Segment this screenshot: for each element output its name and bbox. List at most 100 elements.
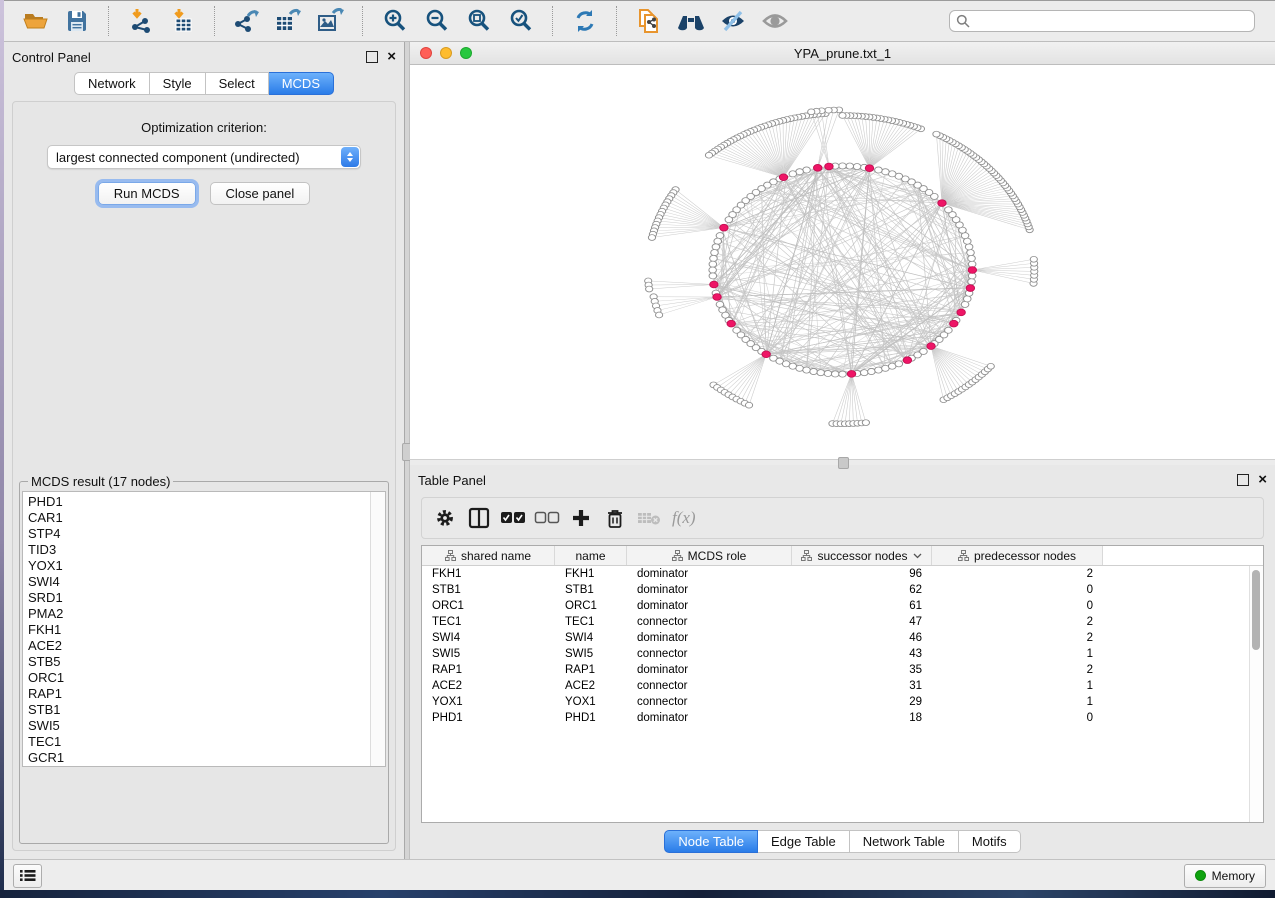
zoom-in-icon[interactable] xyxy=(378,5,412,37)
table-cell[interactable]: SWI4 xyxy=(422,632,555,644)
select-all-icon[interactable] xyxy=(498,503,528,533)
table-cell[interactable]: dominator xyxy=(627,584,792,596)
hide-selected-icon[interactable] xyxy=(716,5,750,37)
table-cell[interactable]: connector xyxy=(627,696,792,708)
close-panel-icon[interactable]: × xyxy=(387,52,396,62)
table-cell[interactable]: ORC1 xyxy=(555,600,627,612)
table-row[interactable]: YOX1YOX1connector291 xyxy=(422,694,1249,710)
search-box[interactable] xyxy=(949,10,1255,32)
table-cell[interactable]: 61 xyxy=(792,600,932,612)
table-cell[interactable]: PHD1 xyxy=(422,712,555,724)
table-cell[interactable]: connector xyxy=(627,680,792,692)
tab-node-table[interactable]: Node Table xyxy=(664,830,758,853)
column-header-mcds-role[interactable]: MCDS role xyxy=(627,546,792,565)
table-cell[interactable]: dominator xyxy=(627,632,792,644)
table-scrollbar[interactable] xyxy=(1249,566,1263,822)
run-mcds-button[interactable]: Run MCDS xyxy=(98,182,196,205)
export-network-icon[interactable] xyxy=(230,5,264,37)
horizontal-splitter[interactable] xyxy=(410,459,1275,465)
mcds-result-item[interactable]: FKH1 xyxy=(28,622,370,638)
column-header-name[interactable]: name xyxy=(555,546,627,565)
table-cell[interactable]: 0 xyxy=(932,712,1103,724)
column-header-predecessor-nodes[interactable]: predecessor nodes xyxy=(932,546,1103,565)
mcds-result-item[interactable]: TID3 xyxy=(28,542,370,558)
mcds-result-scrollbar[interactable] xyxy=(370,492,385,766)
table-row[interactable]: FKH1FKH1dominator962 xyxy=(422,566,1249,582)
table-row[interactable]: STB1STB1dominator620 xyxy=(422,582,1249,598)
table-cell[interactable]: STB1 xyxy=(555,584,627,596)
mcds-result-item[interactable]: STB5 xyxy=(28,654,370,670)
save-session-icon[interactable] xyxy=(60,5,94,37)
table-cell[interactable]: SWI5 xyxy=(422,648,555,660)
table-row[interactable]: ACE2ACE2connector311 xyxy=(422,678,1249,694)
close-panel-button[interactable]: Close panel xyxy=(210,182,311,205)
table-cell[interactable]: 29 xyxy=(792,696,932,708)
clone-network-icon[interactable] xyxy=(632,5,666,37)
tab-mcds[interactable]: MCDS xyxy=(269,72,334,95)
tab-select[interactable]: Select xyxy=(206,72,269,95)
table-cell[interactable]: 1 xyxy=(932,696,1103,708)
mcds-result-item[interactable]: SRD1 xyxy=(28,590,370,606)
mcds-result-item[interactable]: STB1 xyxy=(28,702,370,718)
table-row[interactable]: RAP1RAP1dominator352 xyxy=(422,662,1249,678)
table-settings-gear-icon[interactable] xyxy=(430,503,460,533)
network-graph[interactable] xyxy=(410,65,1275,459)
search-input[interactable] xyxy=(975,13,1248,29)
table-cell[interactable]: SWI4 xyxy=(555,632,627,644)
mcds-result-item[interactable]: RAP1 xyxy=(28,686,370,702)
mcds-result-item[interactable]: SWI5 xyxy=(28,718,370,734)
table-row[interactable]: TEC1TEC1connector472 xyxy=(422,614,1249,630)
table-cell[interactable]: STB1 xyxy=(422,584,555,596)
table-cell[interactable]: 43 xyxy=(792,648,932,660)
show-columns-icon[interactable] xyxy=(464,503,494,533)
delete-column-icon[interactable] xyxy=(600,503,630,533)
mcds-result-item[interactable]: ACE2 xyxy=(28,638,370,654)
table-cell[interactable]: YOX1 xyxy=(422,696,555,708)
float-panel-icon[interactable] xyxy=(366,51,378,63)
table-cell[interactable]: SWI5 xyxy=(555,648,627,660)
table-cell[interactable]: YOX1 xyxy=(555,696,627,708)
float-panel-icon[interactable] xyxy=(1237,474,1249,486)
zoom-fit-icon[interactable] xyxy=(462,5,496,37)
table-cell[interactable]: 62 xyxy=(792,584,932,596)
table-cell[interactable]: ORC1 xyxy=(422,600,555,612)
deselect-all-icon[interactable] xyxy=(532,503,562,533)
table-cell[interactable]: 2 xyxy=(932,616,1103,628)
export-table-icon[interactable] xyxy=(272,5,306,37)
table-cell[interactable]: 18 xyxy=(792,712,932,724)
table-cell[interactable]: RAP1 xyxy=(422,664,555,676)
tab-motifs[interactable]: Motifs xyxy=(959,830,1021,853)
table-cell[interactable]: FKH1 xyxy=(555,568,627,580)
table-cell[interactable]: ACE2 xyxy=(555,680,627,692)
import-table-icon[interactable] xyxy=(166,5,200,37)
table-cell[interactable]: connector xyxy=(627,616,792,628)
table-cell[interactable]: 1 xyxy=(932,648,1103,660)
table-cell[interactable]: dominator xyxy=(627,712,792,724)
zoom-selected-icon[interactable] xyxy=(504,5,538,37)
table-cell[interactable]: 2 xyxy=(932,568,1103,580)
table-cell[interactable]: 35 xyxy=(792,664,932,676)
optimization-criterion-select[interactable]: largest connected component (undirected) xyxy=(47,145,361,169)
table-row[interactable]: ORC1ORC1dominator610 xyxy=(422,598,1249,614)
mcds-result-item[interactable]: YOX1 xyxy=(28,558,370,574)
tab-edge-table[interactable]: Edge Table xyxy=(758,830,850,853)
table-cell[interactable]: 46 xyxy=(792,632,932,644)
network-view[interactable] xyxy=(410,65,1275,459)
column-header-successor-nodes[interactable]: successor nodes xyxy=(792,546,932,565)
mcds-result-item[interactable]: PMA2 xyxy=(28,606,370,622)
table-cell[interactable]: connector xyxy=(627,648,792,660)
table-cell[interactable]: 47 xyxy=(792,616,932,628)
mcds-result-item[interactable]: ORC1 xyxy=(28,670,370,686)
table-cell[interactable]: 2 xyxy=(932,664,1103,676)
table-cell[interactable]: TEC1 xyxy=(555,616,627,628)
tab-style[interactable]: Style xyxy=(150,72,206,95)
zoom-out-icon[interactable] xyxy=(420,5,454,37)
table-row[interactable]: SWI4SWI4dominator462 xyxy=(422,630,1249,646)
mcds-result-item[interactable]: GCR1 xyxy=(28,750,370,766)
table-cell[interactable]: ACE2 xyxy=(422,680,555,692)
table-cell[interactable]: 0 xyxy=(932,584,1103,596)
mcds-result-item[interactable]: STP4 xyxy=(28,526,370,542)
task-history-button[interactable] xyxy=(13,864,42,888)
table-cell[interactable]: dominator xyxy=(627,664,792,676)
column-header-shared-name[interactable]: shared name xyxy=(422,546,555,565)
